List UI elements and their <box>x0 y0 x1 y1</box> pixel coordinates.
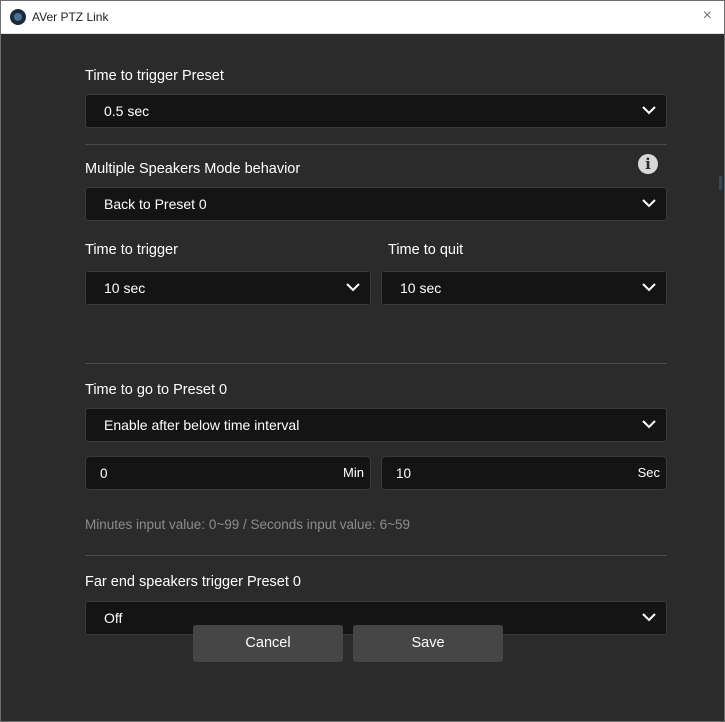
input-range-hint: Minutes input value: 0~99 / Seconds inpu… <box>85 517 410 532</box>
time-to-trigger-value: 10 sec <box>104 280 146 296</box>
app-logo-icon <box>10 9 26 25</box>
minutes-value: 0 <box>100 466 108 481</box>
title-bar: AVer PTZ Link × <box>1 1 724 34</box>
multi-speakers-select[interactable]: Back to Preset 0 <box>85 187 667 221</box>
chevron-down-icon <box>642 613 656 622</box>
go-preset0-label: Time to go to Preset 0 <box>85 382 228 398</box>
minutes-input[interactable]: 0 Min <box>85 456 371 490</box>
preset-trigger-select[interactable]: 0.5 sec <box>85 94 667 128</box>
time-to-quit-label: Time to quit <box>388 242 464 258</box>
time-to-trigger-select[interactable]: 10 sec <box>85 271 371 305</box>
chevron-down-icon <box>642 283 656 292</box>
far-end-value: Off <box>104 610 123 626</box>
divider <box>85 144 667 145</box>
minutes-unit: Min <box>343 465 364 480</box>
far-end-label: Far end speakers trigger Preset 0 <box>85 574 301 590</box>
seconds-unit: Sec <box>637 465 660 480</box>
go-preset0-value: Enable after below time interval <box>104 417 300 433</box>
cancel-button[interactable]: Cancel <box>193 625 343 662</box>
chevron-down-icon <box>346 283 360 292</box>
chevron-down-icon <box>642 420 656 429</box>
time-to-trigger-label: Time to trigger <box>85 242 178 258</box>
chevron-down-icon <box>642 106 656 115</box>
time-to-quit-select[interactable]: 10 sec <box>381 271 667 305</box>
save-button[interactable]: Save <box>353 625 503 662</box>
settings-panel: Time to trigger Preset 0.5 sec Multiple … <box>1 34 724 721</box>
multi-speakers-label: Multiple Speakers Mode behavior <box>85 161 301 177</box>
scrollbar[interactable] <box>719 176 722 190</box>
divider <box>85 555 667 556</box>
seconds-input[interactable]: 10 Sec <box>381 456 667 490</box>
dialog-window: AVer PTZ Link × Time to trigger Preset 0… <box>0 0 725 722</box>
close-icon[interactable]: × <box>703 7 712 25</box>
time-to-quit-value: 10 sec <box>400 280 442 296</box>
window-title: AVer PTZ Link <box>32 10 109 24</box>
info-icon[interactable]: i <box>638 154 658 174</box>
preset-trigger-label: Time to trigger Preset <box>85 68 224 84</box>
seconds-value: 10 <box>396 466 412 481</box>
chevron-down-icon <box>642 199 656 208</box>
multi-speakers-value: Back to Preset 0 <box>104 196 207 212</box>
divider <box>85 363 667 364</box>
go-preset0-select[interactable]: Enable after below time interval <box>85 408 667 442</box>
preset-trigger-value: 0.5 sec <box>104 103 150 119</box>
